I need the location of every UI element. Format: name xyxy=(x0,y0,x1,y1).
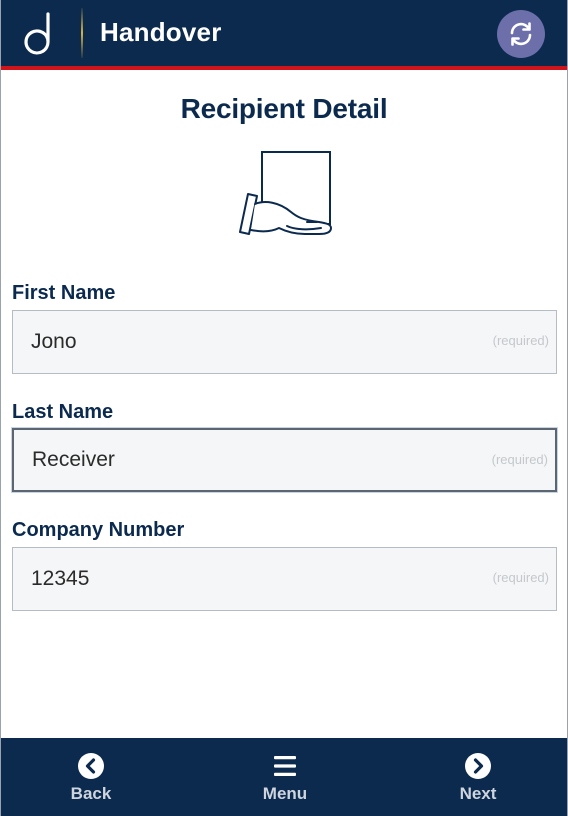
company-number-field-container: (required) xyxy=(12,547,557,611)
next-label: Next xyxy=(459,784,497,803)
chevron-left-circle-icon xyxy=(78,753,104,779)
menu-label: Menu xyxy=(262,784,308,803)
hamburger-menu-icon xyxy=(274,756,296,776)
company-number-label: Company Number xyxy=(12,519,185,541)
sync-icon xyxy=(510,22,532,46)
last-name-input[interactable] xyxy=(14,430,555,490)
first-name-input[interactable] xyxy=(13,311,556,373)
logo-divider xyxy=(81,8,83,58)
first-name-required-hint: (required) xyxy=(492,333,549,348)
hand-holding-document-icon xyxy=(239,151,332,235)
last-name-label: Last Name xyxy=(12,401,114,423)
app-window: Handover Recipient Detail First Name (re… xyxy=(0,0,568,816)
first-name-label: First Name xyxy=(12,282,116,304)
chevron-right-circle-icon xyxy=(465,753,491,779)
bottom-nav-bar: Back Menu Next xyxy=(1,738,567,816)
sync-button[interactable] xyxy=(497,10,545,58)
app-header: Handover xyxy=(1,0,567,70)
last-name-field-container: (required) xyxy=(12,428,557,492)
back-label: Back xyxy=(70,784,112,803)
back-button[interactable]: Back xyxy=(41,752,141,808)
letter-d-logo xyxy=(24,12,50,55)
company-number-input[interactable] xyxy=(13,548,556,610)
company-number-required-hint: (required) xyxy=(492,570,549,585)
first-name-field-container: (required) xyxy=(12,310,557,374)
header-title: Handover xyxy=(100,17,222,47)
next-button[interactable]: Next xyxy=(428,752,528,808)
page-title: Recipient Detail xyxy=(180,93,388,124)
menu-button[interactable]: Menu xyxy=(235,752,335,808)
last-name-required-hint: (required) xyxy=(491,452,548,467)
